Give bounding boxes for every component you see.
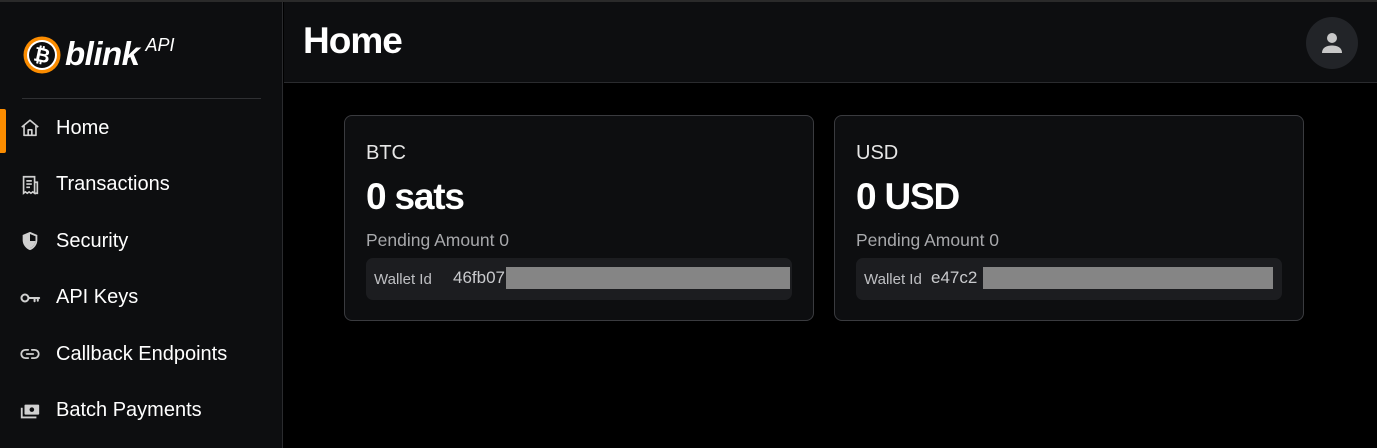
payments-icon — [19, 400, 41, 422]
usd-wallet-card: USD 0 USD Pending Amount 0 Wallet Id e47… — [834, 115, 1304, 321]
key-icon — [19, 287, 41, 309]
wallet-id-row[interactable]: Wallet Id 46fb07 — [366, 258, 792, 300]
sidebar-nav: Home Transactions Security API Keys Call… — [0, 104, 282, 443]
sidebar-item-callback-endpoints[interactable]: Callback Endpoints — [0, 330, 282, 378]
wallet-balance: 0 sats — [366, 176, 465, 217]
app-window: ₿ blink API Home Transactions Security A… — [0, 0, 1377, 448]
wallet-id-value: e47c2 — [931, 268, 978, 287]
btc-wallet-card: BTC 0 sats Pending Amount 0 Wallet Id 46… — [344, 115, 814, 321]
brand-name: blink — [65, 35, 140, 72]
pending-amount: Pending Amount 0 — [856, 230, 1000, 250]
page-title: Home — [303, 20, 403, 61]
wallet-currency: BTC — [366, 142, 406, 164]
bitcoin-coin-icon: ₿ — [23, 36, 61, 74]
sidebar-item-label: Security — [56, 229, 129, 252]
sidebar-item-label: Callback Endpoints — [56, 342, 228, 365]
link-icon — [19, 343, 41, 365]
brand-suffix: API — [145, 35, 175, 55]
pending-amount: Pending Amount 0 — [366, 230, 510, 250]
shield-icon — [19, 230, 41, 252]
wallet-currency: USD — [856, 142, 899, 164]
account-avatar-button[interactable] — [1306, 17, 1358, 69]
wallet-id-redaction — [506, 267, 790, 289]
sidebar-item-security[interactable]: Security — [0, 217, 282, 265]
sidebar-item-label: API Keys — [56, 286, 139, 308]
wallet-id-redaction — [983, 267, 1273, 289]
home-icon — [19, 117, 41, 139]
receipt-icon — [19, 174, 41, 196]
wallet-id-value: 46fb07 — [453, 268, 505, 287]
wallet-id-row[interactable]: Wallet Id e47c2 — [856, 258, 1282, 300]
sidebar-item-home[interactable]: Home — [0, 104, 282, 153]
brand-logo[interactable]: ₿ blink API — [22, 32, 175, 76]
sidebar-item-batch-payments[interactable]: Batch Payments — [0, 387, 282, 435]
wallet-balance: 0 USD — [856, 176, 960, 217]
sidebar-item-label: Home — [56, 116, 110, 139]
wallet-id-label: Wallet Id — [864, 271, 922, 288]
sidebar-item-transactions[interactable]: Transactions — [0, 161, 282, 209]
wallet-id-label: Wallet Id — [374, 271, 432, 288]
sidebar-item-label: Batch Payments — [56, 399, 202, 421]
sidebar-divider — [22, 98, 261, 99]
sidebar-item-label: Transactions — [56, 173, 170, 195]
top-header: Home — [284, 2, 1377, 83]
sidebar: ₿ blink API Home Transactions Security A… — [0, 2, 283, 448]
sidebar-item-api-keys[interactable]: API Keys — [0, 274, 282, 322]
user-icon — [1322, 33, 1342, 53]
